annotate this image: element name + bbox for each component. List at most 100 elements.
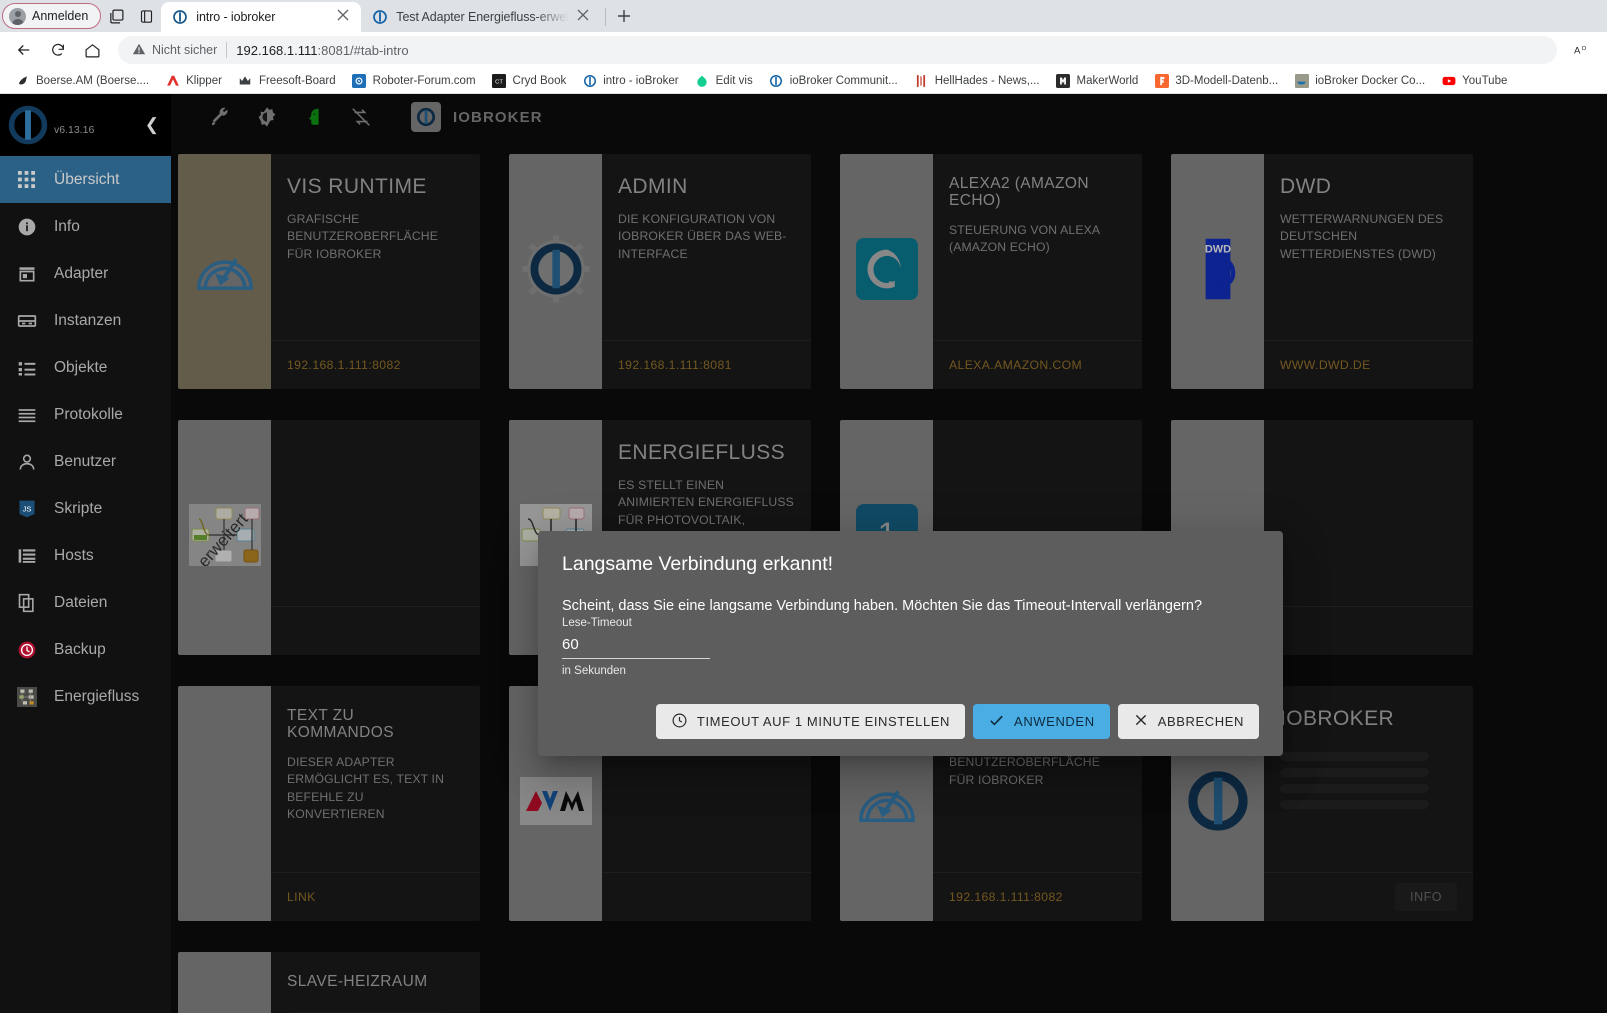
hellhades-icon — [914, 73, 929, 88]
page-content: v6.13.16 ❮ Übersicht Info Adapter Instan… — [0, 94, 1607, 1013]
cancel-button[interactable]: ABBRECHEN — [1117, 704, 1259, 739]
bookmark-iobroker-docker[interactable]: ioBroker Docker Co... — [1287, 71, 1432, 90]
svg-text:CT: CT — [495, 79, 503, 85]
close-icon[interactable] — [577, 9, 593, 25]
check-icon — [988, 712, 1005, 732]
bookmark-boerse[interactable]: Boerse.AM (Boerse.... — [8, 71, 156, 90]
sidebar-item-info[interactable]: Info — [0, 203, 171, 250]
read-aloud-icon[interactable]: A D — [1567, 34, 1599, 66]
sidebar-item-label: Benutzer — [54, 452, 117, 470]
address-bar[interactable]: Nicht sicher 192.168.1.111:8081/#tab-int… — [118, 36, 1557, 64]
bookmark-klipper[interactable]: Klipper — [158, 71, 229, 90]
bookmark-intro-iobroker[interactable]: intro - ioBroker — [575, 71, 685, 90]
sidebar-item-instanzen[interactable]: Instanzen — [0, 297, 171, 344]
sidebar-item-label: Backup — [54, 640, 106, 658]
sidebar-item-energiefluss[interactable]: Energiefluss — [0, 673, 171, 720]
bookmark-label: Roboter-Forum.com — [372, 74, 476, 87]
bookmark-roboter-forum[interactable]: Roboter-Forum.com — [345, 71, 483, 90]
sidebar-item-objekte[interactable]: Objekte — [0, 344, 171, 391]
dialog-title: Langsame Verbindung erkannt! — [562, 553, 834, 575]
bookmark-label: Boerse.AM (Boerse.... — [36, 74, 150, 87]
sidebar-item-protokolle[interactable]: Protokolle — [0, 391, 171, 438]
svg-text:D: D — [1582, 46, 1586, 52]
bookmark-edit-vis[interactable]: Edit vis — [688, 71, 760, 90]
sidebar-item-label: Übersicht — [54, 170, 120, 188]
not-secure-indicator[interactable]: Nicht sicher — [132, 42, 217, 59]
tab-groups-icon[interactable] — [101, 2, 131, 30]
crown-icon — [238, 73, 253, 88]
security-label: Nicht sicher — [152, 43, 218, 57]
bookmark-label: intro - ioBroker — [603, 74, 679, 87]
sidebar-item-adapter[interactable]: Adapter — [0, 250, 171, 297]
iobroker-icon — [172, 9, 188, 25]
apply-button[interactable]: ANWENDEN — [973, 704, 1110, 739]
iobroker-icon — [769, 73, 784, 88]
iobroker-logo-icon — [6, 103, 50, 147]
bookmark-label: YouTube — [1462, 74, 1508, 87]
bookmark-youtube[interactable]: YouTube — [1434, 71, 1514, 90]
sidebar-item-label: Skripte — [54, 499, 103, 517]
bookmark-label: 3D-Modell-Datenb... — [1175, 74, 1279, 87]
sidebar-item-backup[interactable]: Backup — [0, 626, 171, 673]
tab-strip: Anmelden intro - iobroker Test Adapter E… — [0, 0, 1607, 32]
klipper-icon — [165, 73, 180, 88]
js-icon: JS — [16, 498, 37, 519]
energieflow-icon — [16, 686, 37, 707]
sidebar-item-label: Instanzen — [54, 311, 122, 329]
makerworld-icon — [1056, 73, 1071, 88]
tab-intro-iobroker[interactable]: intro - iobroker — [161, 2, 362, 32]
read-timeout-input[interactable] — [562, 636, 710, 660]
sidebar-item-hosts[interactable]: Hosts — [0, 532, 171, 579]
sidebar-item-skripte[interactable]: JS Skripte — [0, 485, 171, 532]
button-label: TIMEOUT AUF 1 MINUTE EINSTELLEN — [696, 714, 951, 729]
sidebar-item-uebersicht[interactable]: Übersicht — [0, 156, 171, 203]
person-icon — [16, 451, 37, 472]
tab-test-adapter[interactable]: Test Adapter Energiefluss-erweite — [361, 2, 602, 32]
sidebar-item-label: Objekte — [54, 358, 108, 376]
home-icon[interactable] — [76, 34, 108, 66]
bookmark-hellhades[interactable]: HellHades - News,... — [907, 71, 1047, 90]
bookmark-freesoft-board[interactable]: Freesoft-Board — [231, 71, 343, 90]
lines-icon — [16, 404, 37, 425]
sidebar-item-label: Protokolle — [54, 405, 123, 423]
omnibox-divider — [226, 42, 228, 58]
instances-icon — [16, 310, 37, 331]
sidebar-item-dateien[interactable]: Dateien — [0, 579, 171, 626]
tab-title: Test Adapter Energiefluss-erweite — [396, 10, 570, 24]
profile-label: Anmelden — [32, 9, 89, 23]
bookmark-label: ioBroker Docker Co... — [1315, 74, 1426, 87]
grid-icon — [16, 169, 37, 190]
url-host: 192.168.1.111 — [236, 42, 318, 58]
close-icon[interactable] — [337, 9, 353, 25]
navigation-bar: Nicht sicher 192.168.1.111:8081/#tab-int… — [0, 32, 1607, 68]
bookmark-label: Edit vis — [715, 74, 753, 87]
warning-triangle-icon — [132, 42, 146, 59]
bookmark-label: Klipper — [186, 74, 222, 87]
button-label: ABBRECHEN — [1157, 714, 1244, 729]
sidebar-item-benutzer[interactable]: Benutzer — [0, 438, 171, 485]
dialog-message: Scheint, dass Sie eine langsame Verbindu… — [562, 598, 1203, 614]
chevron-left-icon[interactable]: ❮ — [145, 116, 159, 135]
iobroker-icon — [582, 73, 597, 88]
bookmarks-bar: Boerse.AM (Boerse.... Klipper Freesoft-B… — [0, 68, 1607, 94]
set-timeout-1-minute-button[interactable]: TIMEOUT AUF 1 MINUTE EINSTELLEN — [655, 704, 966, 739]
new-tab-button[interactable] — [610, 2, 638, 30]
close-icon — [1133, 712, 1149, 731]
bookmark-3d-modell[interactable]: 3D-Modell-Datenb... — [1147, 71, 1285, 90]
store-icon — [16, 263, 37, 284]
split-screen-icon[interactable] — [131, 2, 161, 30]
files-icon — [16, 592, 37, 613]
back-icon[interactable] — [8, 34, 40, 66]
main-area: IOBROKER VIS RUNTIME GRAFISCHE BENUTZERO… — [171, 94, 1607, 1013]
bookmark-cryd-book[interactable]: CT Cryd Book — [485, 71, 574, 90]
bookmark-iobroker-community[interactable]: ioBroker Communit... — [762, 71, 905, 90]
version-label: v6.13.16 — [54, 124, 95, 136]
profile-signin-button[interactable]: Anmelden — [2, 3, 102, 29]
sidebar-item-label: Adapter — [54, 264, 109, 282]
list-icon — [16, 357, 37, 378]
backup-clock-icon — [16, 639, 37, 660]
url-text: 192.168.1.111:8081/#tab-intro — [236, 43, 408, 58]
bookmark-makerworld[interactable]: MakerWorld — [1049, 71, 1146, 90]
youtube-icon — [1441, 73, 1456, 88]
reload-icon[interactable] — [42, 34, 74, 66]
